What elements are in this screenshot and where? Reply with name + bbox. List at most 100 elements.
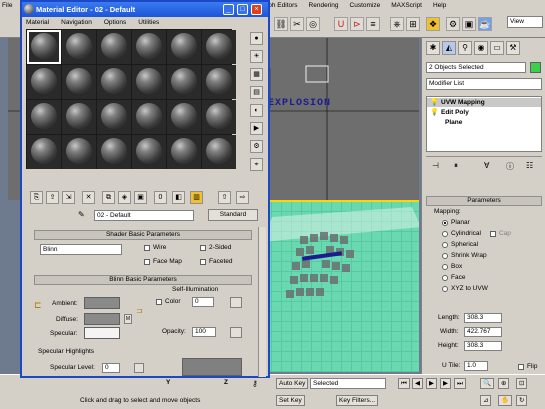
lock-ambient-diffuse-icon[interactable]: ⊏ bbox=[34, 300, 42, 311]
get-material-icon[interactable]: ⎘ bbox=[30, 191, 43, 204]
zoom-extents-icon[interactable]: ⊡ bbox=[516, 378, 528, 389]
height-field[interactable]: 308.3 bbox=[464, 341, 502, 351]
sample-slot[interactable] bbox=[132, 65, 166, 99]
shader-basic-parameters-rollout[interactable]: Shader Basic Parameters bbox=[34, 230, 252, 240]
remove-modifier-icon[interactable]: ⓘ bbox=[506, 161, 514, 172]
radio-planar-dot[interactable] bbox=[442, 219, 448, 226]
flip-checkbox[interactable] bbox=[518, 363, 524, 370]
sample-slot[interactable] bbox=[167, 30, 201, 64]
sample-slot[interactable] bbox=[62, 135, 96, 169]
create-tab-icon[interactable]: ✱ bbox=[426, 41, 440, 55]
perspective-viewport[interactable] bbox=[260, 200, 419, 372]
snap-icon[interactable]: U bbox=[334, 17, 348, 31]
assign-material-icon[interactable]: ⇲ bbox=[62, 191, 75, 204]
go-to-parent-icon[interactable]: ⇧ bbox=[218, 191, 231, 204]
minimize-icon[interactable]: _ bbox=[223, 4, 234, 15]
put-to-library-icon[interactable]: ▣ bbox=[134, 191, 147, 204]
modifier-list-dropdown[interactable]: Modifier List bbox=[426, 78, 542, 90]
menu-file[interactable]: File bbox=[2, 2, 12, 9]
faceted-checkbox[interactable] bbox=[200, 258, 206, 265]
set-key-button[interactable]: Set Key bbox=[276, 395, 305, 406]
quick-render-icon[interactable]: ☕ bbox=[478, 17, 492, 31]
show-end-result-icon[interactable]: ▥ bbox=[190, 191, 203, 204]
sample-slot[interactable] bbox=[62, 100, 96, 134]
menu-material[interactable]: Material bbox=[26, 19, 49, 26]
menu-rendering[interactable]: Rendering bbox=[309, 2, 339, 9]
utilities-tab-icon[interactable]: ⚒ bbox=[506, 41, 520, 55]
specular-color-swatch[interactable] bbox=[84, 327, 120, 339]
sample-slot[interactable] bbox=[97, 135, 131, 169]
make-unique-icon[interactable]: ∀ bbox=[484, 161, 489, 170]
goto-start-icon[interactable]: ⏮ bbox=[398, 378, 410, 389]
faceted-checkbox-row[interactable]: Faceted bbox=[200, 258, 233, 265]
length-field[interactable]: 308.3 bbox=[464, 313, 502, 323]
radio-box[interactable]: Box bbox=[442, 263, 462, 270]
backlight-icon[interactable]: ☀ bbox=[250, 50, 263, 63]
modify-tab-icon[interactable]: ◭ bbox=[442, 41, 456, 55]
sample-slot[interactable] bbox=[27, 100, 61, 134]
sample-slot[interactable] bbox=[97, 65, 131, 99]
radio-shrink-wrap-dot[interactable] bbox=[442, 252, 448, 259]
face-map-checkbox[interactable] bbox=[144, 258, 150, 265]
sample-slot[interactable] bbox=[202, 65, 236, 99]
two-sided-checkbox-row[interactable]: 2-Sided bbox=[200, 244, 231, 251]
width-field[interactable]: 422.767 bbox=[464, 327, 502, 337]
color-checkbox[interactable] bbox=[156, 298, 162, 305]
material-name-field[interactable]: 02 - Default bbox=[94, 210, 194, 221]
show-map-in-viewport-icon[interactable]: ◧ bbox=[172, 191, 185, 204]
options-icon[interactable]: ⚙ bbox=[250, 140, 263, 153]
wire-checkbox[interactable] bbox=[144, 244, 150, 251]
select-by-material-icon[interactable]: ⌖ bbox=[250, 158, 263, 171]
field-of-view-icon[interactable]: ⊿ bbox=[480, 395, 492, 406]
render-type-dropdown[interactable]: View bbox=[507, 16, 543, 28]
show-end-result-icon[interactable]: ⏸ bbox=[454, 161, 458, 171]
u-tile-field[interactable]: 1.0 bbox=[464, 361, 488, 371]
material-editor-icon[interactable]: ❖ bbox=[426, 17, 440, 31]
radio-shrink-wrap[interactable]: Shrink Wrap bbox=[442, 252, 487, 259]
menu-navigation[interactable]: Navigation bbox=[61, 19, 92, 26]
reset-map-icon[interactable]: ✕ bbox=[82, 191, 95, 204]
menu-customize[interactable]: Customize bbox=[350, 2, 381, 9]
ambient-color-swatch[interactable] bbox=[84, 297, 120, 309]
sample-slot[interactable] bbox=[202, 100, 236, 134]
shader-type-dropdown[interactable]: Blinn bbox=[40, 244, 122, 255]
sample-slot[interactable] bbox=[27, 135, 61, 169]
sample-slot[interactable] bbox=[27, 65, 61, 99]
sample-slot[interactable] bbox=[167, 100, 201, 134]
sample-slot[interactable] bbox=[202, 30, 236, 64]
sample-slot[interactable] bbox=[62, 65, 96, 99]
stack-item-uvw-mapping[interactable]: UVW Mapping bbox=[441, 98, 485, 107]
menu-options[interactable]: Options bbox=[104, 19, 126, 26]
play-icon[interactable]: ▶ bbox=[426, 378, 437, 389]
make-preview-icon[interactable]: ▶ bbox=[250, 122, 263, 135]
diffuse-color-swatch[interactable] bbox=[84, 313, 120, 325]
pick-material-icon[interactable]: ✎ bbox=[78, 210, 85, 219]
render-setup-icon[interactable]: ⚙ bbox=[446, 17, 460, 31]
zoom-icon[interactable]: 🔍 bbox=[480, 378, 495, 389]
configure-sets-icon[interactable]: ☷ bbox=[526, 161, 533, 170]
blinn-basic-parameters-rollout[interactable]: Blinn Basic Parameters bbox=[34, 275, 252, 285]
radio-cylindrical-dot[interactable] bbox=[442, 230, 448, 237]
sample-slot[interactable] bbox=[202, 135, 236, 169]
material-editor-scrollbar[interactable] bbox=[258, 227, 266, 377]
uv-tiling-icon[interactable]: ▤ bbox=[250, 86, 263, 99]
radio-xyz-to-uvw[interactable]: XYZ to UVW bbox=[442, 285, 488, 292]
radio-xyz-dot[interactable] bbox=[442, 285, 448, 292]
radio-spherical-dot[interactable] bbox=[442, 241, 448, 248]
material-type-button[interactable]: Standard bbox=[208, 209, 258, 221]
render-frame-icon[interactable]: ▣ bbox=[462, 17, 476, 31]
object-name-field[interactable]: 2 Objects Selected bbox=[426, 62, 526, 73]
menu-maxscript[interactable]: MAXScript bbox=[391, 2, 422, 9]
specular-level-map-button[interactable] bbox=[134, 363, 144, 373]
two-sided-checkbox[interactable] bbox=[200, 244, 206, 251]
make-copy-icon[interactable]: ⧉ bbox=[102, 191, 115, 204]
zoom-all-icon[interactable]: ⊕ bbox=[498, 378, 510, 389]
pan-icon[interactable]: ✋ bbox=[498, 395, 513, 406]
bulb-icon[interactable]: 💡 bbox=[430, 98, 439, 106]
maximize-icon[interactable]: □ bbox=[237, 4, 248, 15]
pin-stack-icon[interactable]: ⊣ bbox=[432, 161, 439, 170]
unlink-icon[interactable]: ✂ bbox=[290, 17, 304, 31]
motion-tab-icon[interactable]: ◉ bbox=[474, 41, 488, 55]
orbit-icon[interactable]: ↻ bbox=[516, 395, 528, 406]
goto-end-icon[interactable]: ⏭ bbox=[454, 378, 466, 389]
